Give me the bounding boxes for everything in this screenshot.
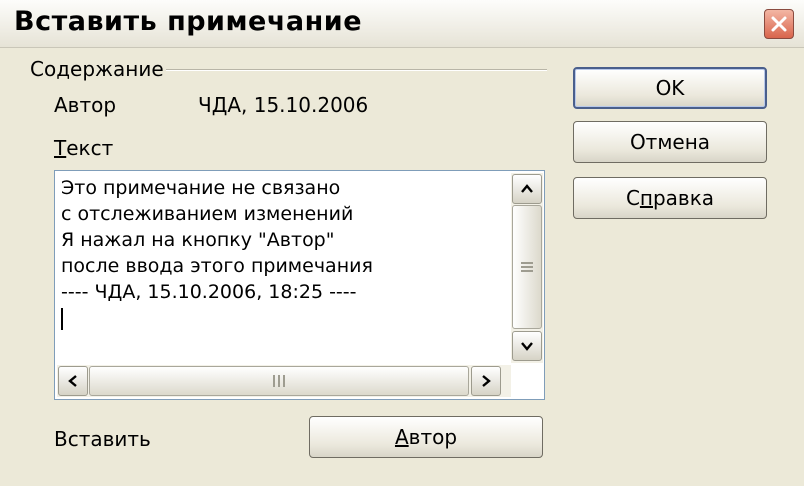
author-value: ЧДА, 15.10.2006 <box>198 93 369 117</box>
thumb-grip <box>273 375 285 387</box>
content-group-label: Содержание <box>30 57 164 81</box>
text-line: с отслеживанием изменений <box>61 203 354 225</box>
thumb-grip <box>521 262 533 272</box>
text-line: после ввода этого примечания <box>61 255 373 277</box>
text-label: Текст <box>54 136 113 160</box>
author-button-rest: втор <box>408 425 458 449</box>
close-icon <box>771 16 787 32</box>
caret-line <box>61 305 501 331</box>
author-label: Автор <box>54 93 117 117</box>
chevron-left-icon <box>68 375 77 387</box>
vertical-scrollbar[interactable] <box>511 173 543 363</box>
scroll-left-button[interactable] <box>58 366 88 396</box>
title-bar: Вставить примечание <box>0 0 804 48</box>
help-button-post: равка <box>652 186 715 210</box>
text-label-rest: екст <box>66 136 114 160</box>
scroll-right-button[interactable] <box>471 366 501 396</box>
text-caret <box>61 307 63 330</box>
chevron-up-icon <box>521 184 533 193</box>
group-divider <box>166 69 547 71</box>
text-line: Я нажал на кнопку "Автор" <box>61 229 335 251</box>
help-button-mnemonic: п <box>639 186 653 210</box>
ok-button[interactable]: OK <box>573 67 767 109</box>
scroll-down-button[interactable] <box>512 331 542 361</box>
close-button[interactable] <box>764 9 794 39</box>
help-button-pre: С <box>625 186 640 210</box>
text-label-mnemonic: Т <box>54 136 67 160</box>
cancel-button[interactable]: Отмена <box>573 121 767 163</box>
help-button[interactable]: Сп равка <box>573 177 767 219</box>
note-text-editor[interactable]: Это примечание не связано с отслеживанием… <box>54 170 545 400</box>
insert-author-button[interactable]: Автор <box>309 416 543 458</box>
horizontal-scrollbar[interactable] <box>57 365 511 397</box>
horizontal-scroll-thumb[interactable] <box>89 366 469 396</box>
scroll-up-button[interactable] <box>512 174 542 204</box>
insert-label: Вставить <box>54 427 151 451</box>
note-text-content[interactable]: Это примечание не связано с отслеживанием… <box>61 175 501 363</box>
chevron-right-icon <box>482 375 491 387</box>
text-line: Это примечание не связано <box>61 177 341 199</box>
vertical-scroll-thumb[interactable] <box>512 205 542 329</box>
chevron-down-icon <box>521 342 533 351</box>
dialog-title: Вставить примечание <box>14 6 363 37</box>
text-line: ---- ЧДА, 15.10.2006, 18:25 ---- <box>61 281 357 303</box>
author-button-mnemonic: А <box>394 425 409 449</box>
